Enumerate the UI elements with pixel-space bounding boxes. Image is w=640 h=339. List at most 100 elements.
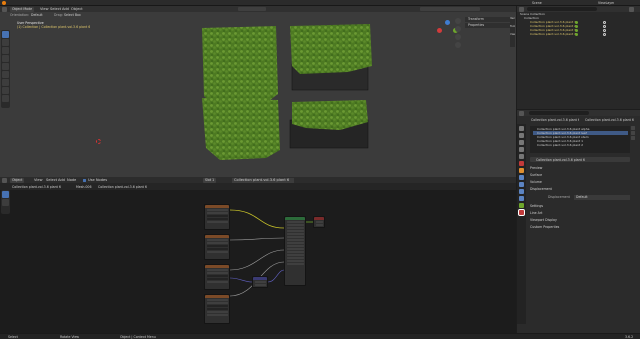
rotate-tool-icon[interactable]: [2, 55, 9, 62]
section-line-art[interactable]: Line Art: [530, 211, 630, 216]
section-volume[interactable]: Volume: [530, 180, 630, 185]
viewport-tool-header: Orientation: Default Drag: Select Box: [0, 12, 516, 17]
select-box-tool-icon[interactable]: [2, 31, 9, 38]
status-context-hint: Object | Context Menu: [120, 335, 156, 339]
eye-icon[interactable]: [603, 20, 606, 24]
gizmo-z-axis-icon[interactable]: [445, 20, 450, 25]
orientation-label: Orientation:: [10, 12, 30, 17]
image-texture-node-2[interactable]: [204, 234, 230, 260]
add-cube-tool-icon[interactable]: [2, 95, 9, 102]
eye-icon[interactable]: [603, 24, 606, 28]
eye-icon[interactable]: [603, 28, 606, 32]
scale-tool-icon[interactable]: [2, 63, 9, 70]
view-layer-tab-icon[interactable]: [519, 147, 524, 152]
blender-logo-icon[interactable]: [2, 1, 6, 5]
tab-item[interactable]: Item: [510, 17, 515, 21]
editor-type-icon[interactable]: [2, 6, 7, 12]
object-tab-icon[interactable]: [519, 168, 524, 173]
plant-block-3: [202, 98, 280, 160]
data-tab-icon[interactable]: [519, 203, 524, 208]
modifier-icon[interactable]: [575, 28, 578, 32]
annotate-tool-icon[interactable]: [2, 79, 9, 86]
output-tab-icon[interactable]: [519, 140, 524, 145]
properties-search-input[interactable]: [529, 111, 589, 115]
viewport-scene[interactable]: [180, 20, 380, 170]
section-custom-properties[interactable]: Custom Properties: [530, 225, 630, 230]
transform-tool-icon[interactable]: [2, 71, 9, 78]
menu-select[interactable]: Select: [50, 7, 61, 12]
particles-tab-icon[interactable]: [519, 182, 524, 187]
image-texture-node-1[interactable]: [204, 204, 230, 230]
wire: [229, 277, 253, 283]
material-output-node[interactable]: [313, 216, 325, 228]
filter-icon[interactable]: [629, 6, 634, 12]
cursor-tool-icon[interactable]: [2, 39, 9, 46]
status-select-hint: Select: [8, 335, 18, 339]
zoom-icon[interactable]: [455, 18, 461, 24]
shading-buttons[interactable]: [420, 7, 480, 11]
scene-tab-icon[interactable]: [519, 154, 524, 159]
modifier-icon[interactable]: [575, 32, 578, 36]
material-slot[interactable]: Collection plant.vol.3.6 plant 2: [533, 143, 628, 147]
measure-tool-icon[interactable]: [2, 87, 9, 94]
status-version: 3.6.2: [625, 335, 634, 339]
status-rotate-hint: Rotate View: [60, 335, 80, 339]
remove-slot-icon[interactable]: [631, 131, 635, 135]
modifier-icon[interactable]: [575, 24, 578, 28]
transform-orientation[interactable]: [238, 7, 266, 11]
modifier-tab-icon[interactable]: [519, 175, 524, 180]
move-tool-icon[interactable]: [2, 47, 9, 54]
displacement-field[interactable]: Default: [574, 194, 630, 200]
modifier-icon[interactable]: [575, 20, 578, 24]
npanel-transform[interactable]: Transform: [465, 17, 515, 22]
principled-bsdf-node[interactable]: [284, 216, 306, 286]
section-settings[interactable]: Settings: [530, 204, 630, 209]
editor-type-icon[interactable]: [519, 6, 524, 12]
editor-type-icon[interactable]: [519, 110, 524, 116]
plant-block-2: [290, 24, 372, 74]
section-preview[interactable]: Preview: [530, 166, 630, 171]
menu-object[interactable]: Object: [71, 7, 83, 12]
material-tab-icon[interactable]: [518, 209, 525, 216]
npanel-properties[interactable]: Properties: [465, 23, 515, 28]
tab-view[interactable]: View: [510, 33, 515, 37]
drag-value[interactable]: Select Box: [64, 13, 81, 17]
outliner-search-input[interactable]: [527, 7, 597, 11]
add-slot-icon[interactable]: [631, 126, 635, 130]
outliner-visibility-icons: [575, 20, 615, 36]
normal-map-node[interactable]: [252, 276, 268, 288]
n-panel-tabs: Item Tool View: [510, 17, 515, 47]
eye-icon[interactable]: [603, 32, 606, 36]
world-tab-icon[interactable]: [519, 161, 524, 166]
view-layer-selector[interactable]: ViewLayer: [598, 1, 614, 5]
tab-tool[interactable]: Tool: [510, 25, 515, 29]
plant-block-1: [202, 26, 278, 102]
orientation-value[interactable]: Default: [31, 13, 43, 17]
camera-view-icon[interactable]: [455, 34, 461, 40]
pan-icon[interactable]: [455, 26, 461, 32]
viewport-active-object-label: (1) Collection | Collection plant.vol.3.…: [17, 25, 91, 29]
section-surface[interactable]: Surface: [530, 173, 630, 178]
menu-view[interactable]: View: [40, 7, 49, 12]
mode-selector[interactable]: Object Mode: [10, 6, 35, 12]
material-datablock-selector[interactable]: Collection plant.vol.3.6 plant 6: [530, 157, 630, 162]
image-texture-node-4[interactable]: [204, 294, 230, 324]
image-texture-node-3[interactable]: [204, 264, 230, 290]
section-viewport-display[interactable]: Viewport Display: [530, 218, 630, 223]
3d-cursor-icon[interactable]: [96, 139, 101, 144]
render-tab-icon[interactable]: [519, 133, 524, 138]
slot-menu-icon[interactable]: [631, 136, 635, 140]
gizmo-x-axis-icon[interactable]: [437, 28, 442, 33]
section-displacement[interactable]: Displacement: [530, 187, 630, 192]
properties-mesh-name: Collection plant.vol.3.6 plant 6: [585, 118, 634, 122]
wire: [229, 249, 285, 271]
scene-selector[interactable]: Scene: [532, 1, 542, 5]
properties-header: [517, 110, 640, 116]
physics-tab-icon[interactable]: [519, 189, 524, 194]
tool-tab-icon[interactable]: [519, 126, 524, 131]
perspective-toggle-icon[interactable]: [455, 42, 461, 48]
menu-add[interactable]: Add: [62, 7, 69, 12]
status-bar: Select Rotate View Object | Context Menu…: [0, 333, 640, 339]
material-slot-controls: [631, 126, 636, 146]
constraints-tab-icon[interactable]: [519, 196, 524, 201]
